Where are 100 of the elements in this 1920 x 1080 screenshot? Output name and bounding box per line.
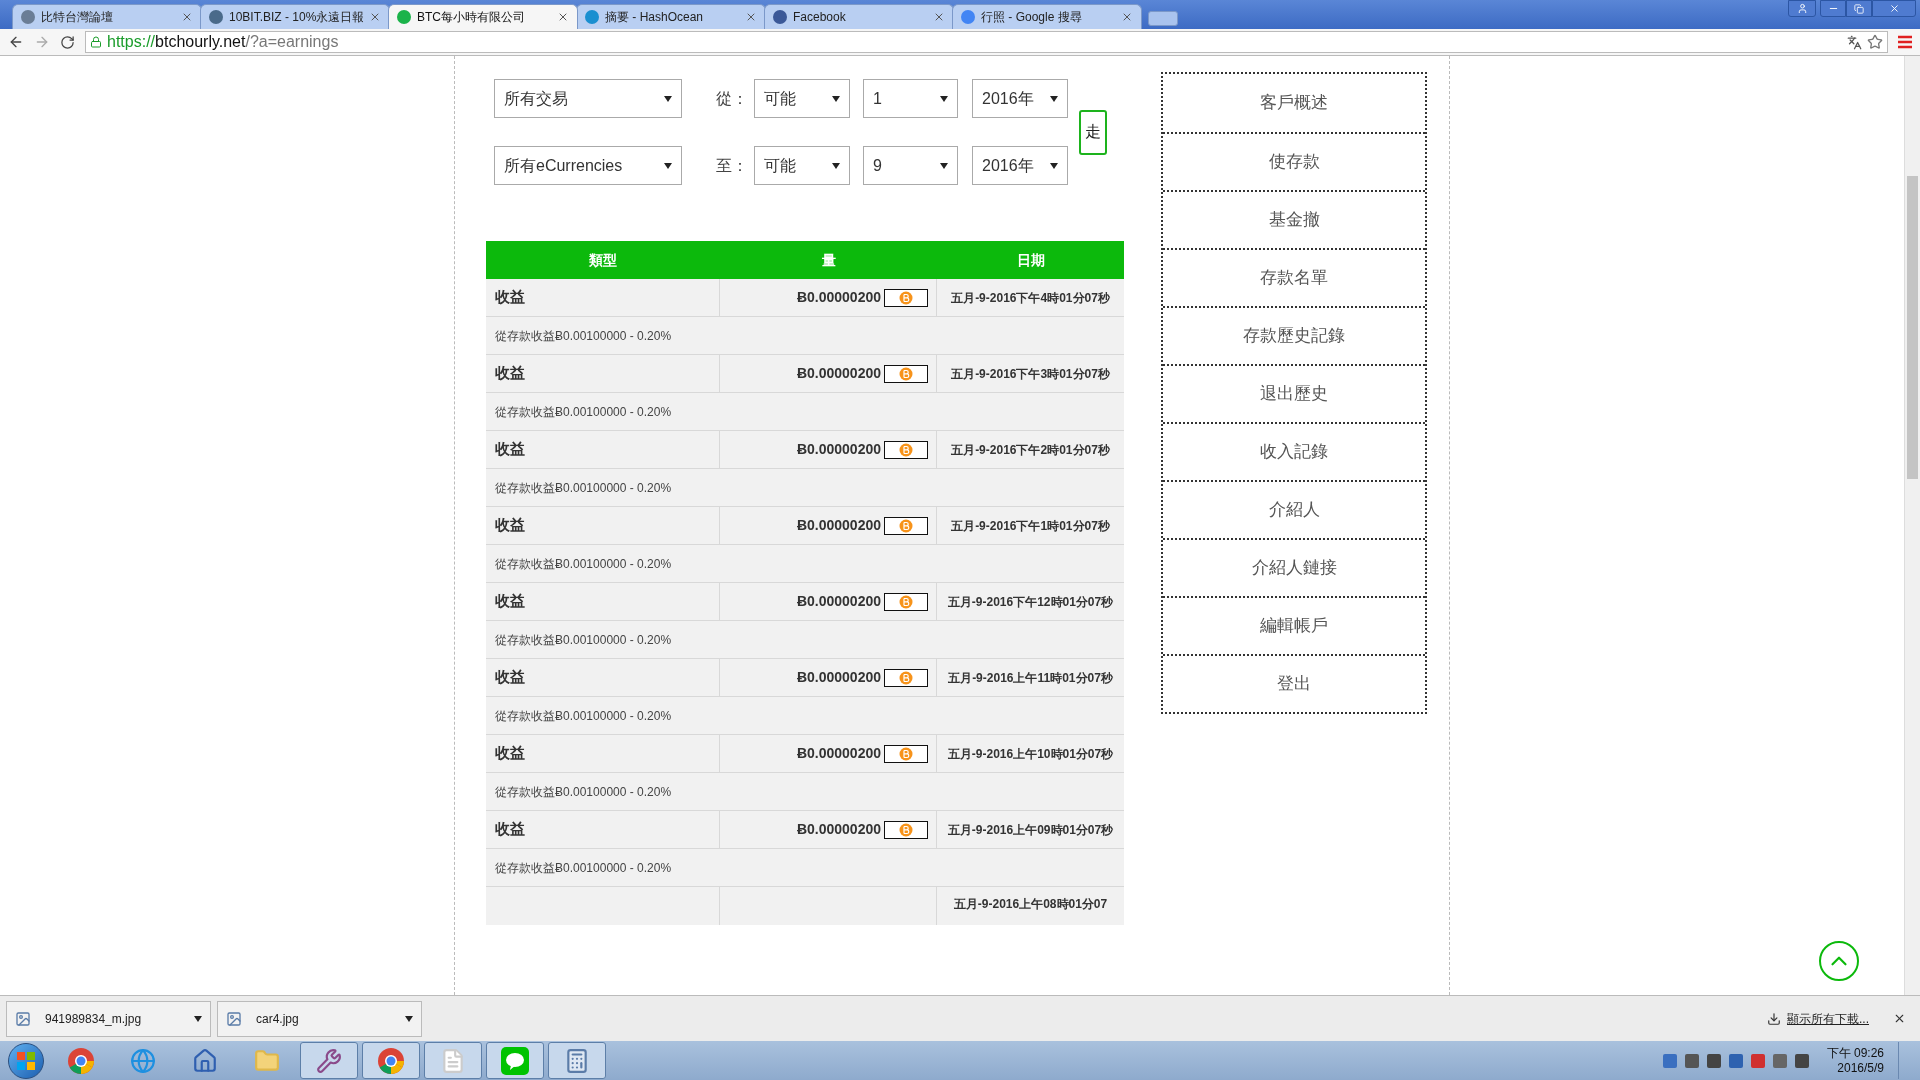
dropdown[interactable]: 所有交易 xyxy=(494,79,682,118)
column-header: 量 xyxy=(820,250,837,270)
sidebar-link[interactable]: 退出歷史 xyxy=(1163,364,1425,422)
forward-icon[interactable] xyxy=(34,34,50,50)
sidebar-link[interactable]: 使存款 xyxy=(1163,132,1425,190)
tray-icon[interactable] xyxy=(1706,1053,1721,1068)
tray-icon[interactable] xyxy=(1684,1053,1699,1068)
restore-button[interactable] xyxy=(1846,0,1872,17)
tray-icon[interactable] xyxy=(1794,1053,1809,1068)
dropdown[interactable]: 所有eCurrencies xyxy=(494,146,682,185)
scroll-top-button[interactable] xyxy=(1819,941,1859,981)
close-icon[interactable] xyxy=(181,11,193,23)
date-cell-text: 五月-9-2016下午1時01分07秒 xyxy=(950,517,1111,535)
amount-text: Ƀ0.00000200 xyxy=(796,820,881,839)
tab-title: 比特台灣論壇 xyxy=(41,9,114,26)
favicon-icon xyxy=(397,10,411,24)
sidebar-link[interactable]: 登出 xyxy=(1163,654,1425,712)
table-cell: 收益 xyxy=(486,659,720,696)
download-icon xyxy=(1767,1011,1781,1026)
close-icon xyxy=(1888,3,1900,14)
column-header: 類型 xyxy=(588,250,618,270)
dropdown[interactable]: 可能 xyxy=(754,146,850,185)
reload-icon[interactable] xyxy=(60,34,75,50)
amount-text: Ƀ0.00000200 xyxy=(796,516,881,535)
note-text: 從存款收益Ƀ0.00100000 - 0.20% xyxy=(495,707,672,725)
table-cell: 收益 xyxy=(486,431,720,468)
tray-icon[interactable] xyxy=(1750,1053,1765,1068)
translate-icon[interactable] xyxy=(1847,34,1862,50)
amount-text: Ƀ0.00000200 xyxy=(796,288,881,307)
caret-icon xyxy=(832,95,840,102)
address-bar[interactable]: https://btchourly.net/?a=earnings xyxy=(85,31,1888,53)
bookmark-star-icon[interactable] xyxy=(1867,34,1883,50)
close-icon[interactable] xyxy=(369,11,381,23)
menu-icon[interactable] xyxy=(1898,35,1912,49)
start-button[interactable] xyxy=(8,1042,44,1079)
dropdown[interactable]: 2016年 xyxy=(972,146,1068,185)
table-cell: 收益 xyxy=(486,507,720,544)
dropdown[interactable]: 9 xyxy=(863,146,958,185)
caret-icon xyxy=(405,1015,413,1022)
sidebar-link[interactable]: 介紹人鏈接 xyxy=(1163,538,1425,596)
date-cell-text: 五月-9-2016下午4時01分07秒 xyxy=(950,289,1111,307)
tray-icon[interactable] xyxy=(1662,1053,1677,1068)
sidebar-link[interactable]: 收入記錄 xyxy=(1163,422,1425,480)
note-text: 從存款收益Ƀ0.00100000 - 0.20% xyxy=(495,479,672,497)
browser-tab[interactable]: 比特台灣論壇 xyxy=(12,4,202,29)
date-cell-text: 五月-9-2016上午11時01分07秒 xyxy=(947,669,1114,687)
amount-text: Ƀ0.00000200 xyxy=(796,364,881,383)
browser-tab[interactable]: 摘要 - HashOcean xyxy=(576,4,766,29)
close-icon[interactable] xyxy=(1893,1012,1906,1025)
back-icon[interactable] xyxy=(8,34,24,50)
browser-tab[interactable]: Facebook xyxy=(764,4,954,29)
tray-icon[interactable] xyxy=(1772,1053,1787,1068)
profile-button[interactable] xyxy=(1788,0,1816,17)
home-icon[interactable] xyxy=(192,1047,218,1074)
browser-tab[interactable]: 10BIT.BIZ - 10%永遠日報 xyxy=(200,4,390,29)
date-cell-text: 五月-9-2016上午08時01分07 xyxy=(952,896,1109,913)
tool-icon[interactable] xyxy=(316,1047,342,1074)
clock-date: 2016/5/9 xyxy=(1837,1060,1884,1076)
sidebar-link[interactable]: 存款歷史記錄 xyxy=(1163,306,1425,364)
tab-title: 10BIT.BIZ - 10%永遠日報 xyxy=(229,9,363,26)
close-icon[interactable] xyxy=(557,11,569,23)
tab-title: BTC每小時有限公司 xyxy=(417,9,526,26)
dropdown[interactable]: 1 xyxy=(863,79,958,118)
sidebar-link[interactable]: 編輯帳戶 xyxy=(1163,596,1425,654)
table-cell: 收益 xyxy=(486,279,720,316)
date-cell-text: 五月-9-2016下午2時01分07秒 xyxy=(950,441,1111,459)
download-item[interactable]: car4.jpg xyxy=(217,1000,422,1037)
close-icon[interactable] xyxy=(933,11,945,23)
browser-tab[interactable]: 行照 - Google 搜尋 xyxy=(952,4,1142,29)
date-cell-text: 五月-9-2016上午09時01分07秒 xyxy=(946,821,1115,839)
table-cell: 收益 xyxy=(486,355,720,392)
dropdown[interactable]: 可能 xyxy=(754,79,850,118)
filter-label: 從： xyxy=(716,88,748,109)
chrome-icon[interactable] xyxy=(377,1046,405,1075)
caret-icon xyxy=(940,95,948,102)
chat-icon[interactable] xyxy=(501,1046,529,1075)
close-icon[interactable] xyxy=(1121,11,1133,23)
sidebar-link[interactable]: 介紹人 xyxy=(1163,480,1425,538)
go-button[interactable]: 走 xyxy=(1079,109,1107,155)
favicon-icon xyxy=(773,10,787,24)
column-header: 日期 xyxy=(1015,250,1046,270)
scrollbar[interactable] xyxy=(1904,56,1920,995)
show-all-downloads-link[interactable]: 顯示所有下載... xyxy=(1787,1009,1869,1028)
chrome-icon[interactable] xyxy=(67,1046,95,1075)
tray-icon[interactable] xyxy=(1728,1053,1743,1068)
amount-text: Ƀ0.00000200 xyxy=(796,440,881,459)
caret-icon xyxy=(1050,162,1058,169)
calculator-icon[interactable] xyxy=(564,1047,590,1074)
caret-icon xyxy=(664,95,672,102)
close-icon[interactable] xyxy=(745,11,757,23)
browser-tab[interactable]: BTC每小時有限公司 xyxy=(388,4,578,29)
sidebar-link[interactable]: 基金撤 xyxy=(1163,190,1425,248)
dropdown[interactable]: 2016年 xyxy=(972,79,1068,118)
sidebar-link[interactable]: 客戶概述 xyxy=(1163,74,1425,132)
download-item[interactable]: 941989834_m.jpg xyxy=(6,1000,211,1037)
new-tab-button[interactable] xyxy=(1148,11,1178,26)
sidebar-link[interactable]: 存款名單 xyxy=(1163,248,1425,306)
clock-time: 下午 09:26 xyxy=(1826,1045,1884,1061)
coin-icon xyxy=(884,744,928,763)
date-cell-text: 五月-9-2016下午12時01分07秒 xyxy=(946,593,1115,611)
